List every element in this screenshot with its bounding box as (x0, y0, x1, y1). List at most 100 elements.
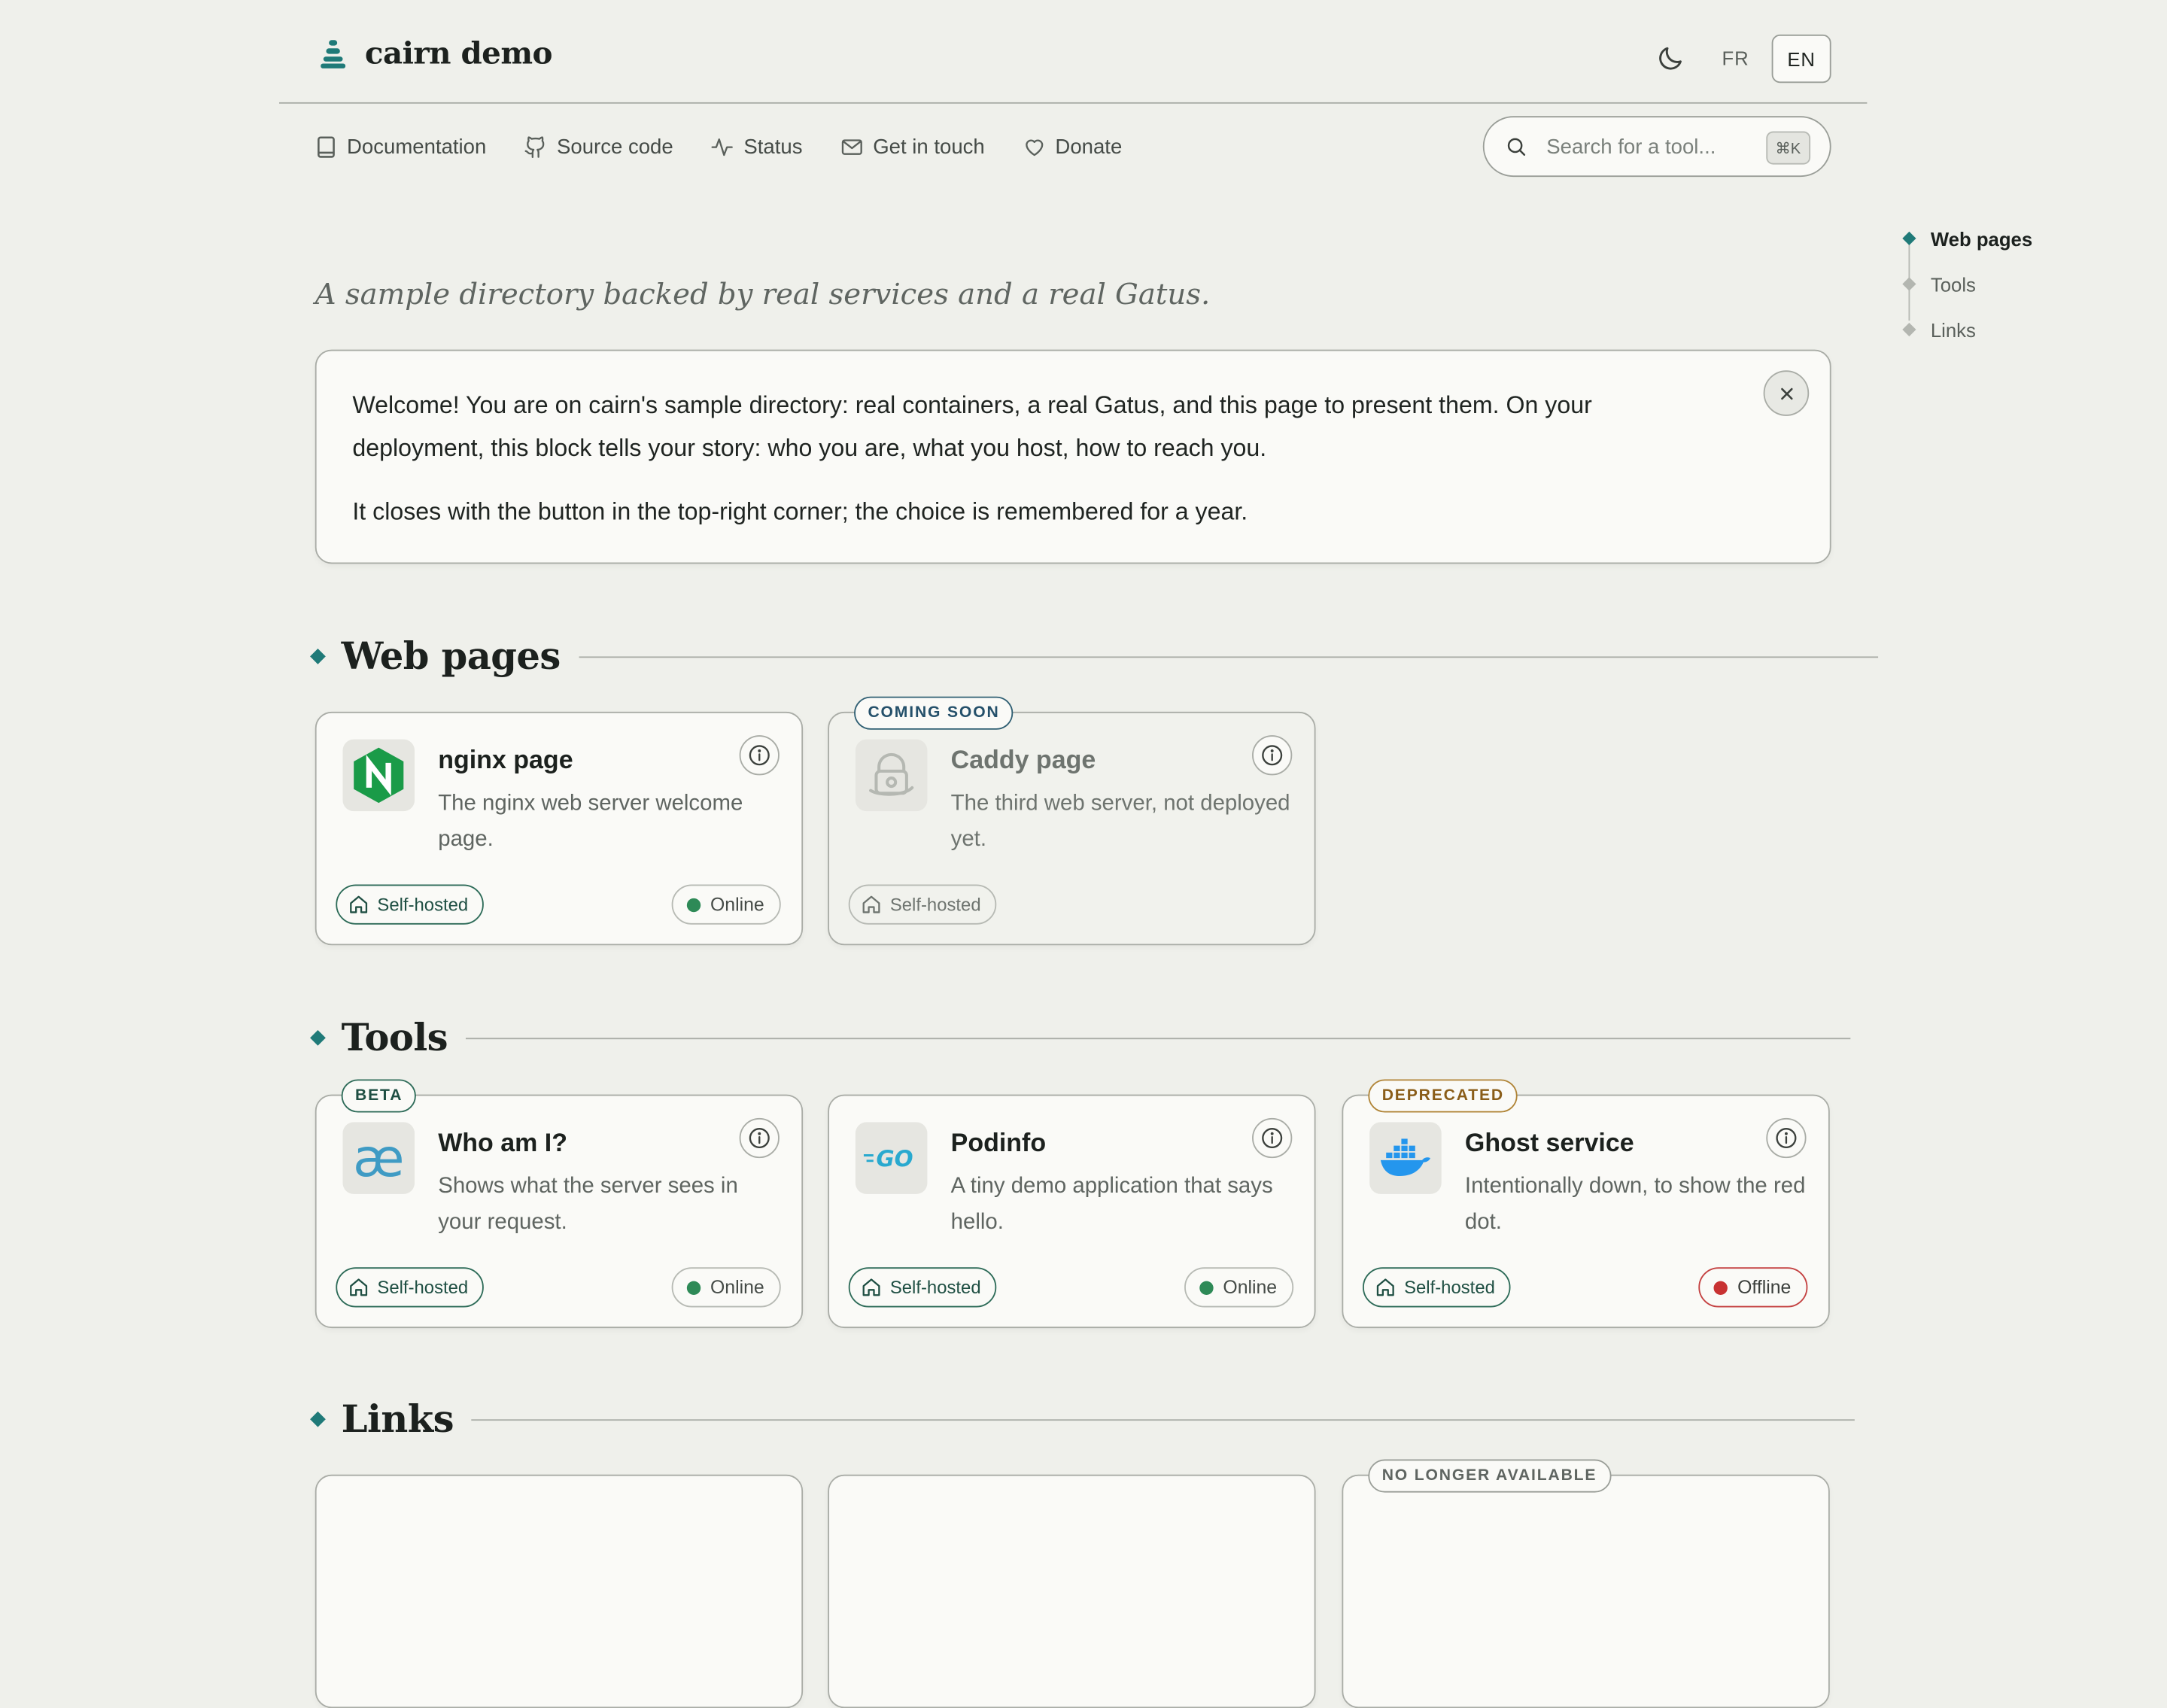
info-button[interactable] (739, 735, 780, 776)
card-description: A tiny demo application that says hello. (950, 1175, 1273, 1235)
welcome-banner: Welcome! You are on cairn's sample direc… (315, 349, 1831, 564)
toc-marker-icon (1902, 277, 1916, 291)
badge-label: Self-hosted (889, 1277, 981, 1298)
link-card[interactable] (315, 1474, 804, 1708)
coming-soon-badge: COMING SOON (854, 696, 1014, 730)
service-card-whoami[interactable]: BETA æ Who am I? Shows what the server s… (315, 1079, 804, 1329)
badge-label: Self-hosted (889, 894, 981, 915)
status-label: Online (1223, 1277, 1278, 1298)
main-nav: Documentation Source code Status Get in … (315, 132, 1159, 160)
close-welcome-button[interactable] (1763, 370, 1810, 416)
home-icon (350, 895, 368, 913)
toc-item-web-pages[interactable]: Web pages (1902, 216, 2033, 262)
toc-marker-icon (1902, 231, 1916, 245)
section-marker-icon (310, 649, 326, 664)
lang-en-button[interactable]: EN (1771, 34, 1831, 84)
page: cairn demo FR EN Documentation Source co… (0, 0, 2167, 1708)
no-longer-available-badge: NO LONGER AVAILABLE (1368, 1459, 1611, 1493)
info-icon (749, 745, 770, 766)
status-label: Online (710, 894, 764, 915)
beta-badge: BETA (341, 1079, 417, 1113)
nav-status[interactable]: Status (710, 132, 803, 160)
section-divider (465, 1037, 1851, 1039)
section-web-pages: Web pages (310, 629, 1878, 684)
close-icon (1780, 387, 1792, 400)
self-hosted-badge: Self-hosted (336, 884, 484, 925)
info-button[interactable] (739, 1117, 780, 1159)
card-title: Who am I? (438, 1127, 568, 1157)
tagline: A sample directory backed by real servic… (315, 278, 1211, 312)
link-card[interactable] (828, 1474, 1316, 1708)
home-icon (862, 1278, 880, 1296)
section-tools: Tools (310, 1011, 1851, 1065)
card-description: The nginx web server welcome page. (438, 792, 743, 852)
info-icon (1776, 1127, 1797, 1149)
search-shortcut-hint: ⌘K (1765, 131, 1811, 165)
toc-item-links[interactable]: Links (1902, 307, 2032, 353)
nav-status-label: Status (743, 135, 803, 159)
status-badge: Online (671, 1267, 781, 1308)
status-dot-icon (686, 1280, 701, 1295)
search-placeholder: Search for a tool... (1546, 135, 1716, 159)
nav-documentation-label: Documentation (347, 135, 487, 159)
status-dot-icon (1199, 1280, 1214, 1295)
home-icon (1376, 1278, 1394, 1296)
card-description: Intentionally down, to show the red dot. (1464, 1175, 1806, 1235)
nav-source-code[interactable]: Source code (524, 132, 673, 160)
section-divider (578, 655, 1878, 658)
status-badge: Online (671, 884, 781, 925)
section-title: Links (341, 1397, 454, 1441)
toc-item-label: Web pages (1930, 227, 2033, 250)
info-button[interactable] (1252, 1117, 1293, 1159)
nav-get-in-touch[interactable]: Get in touch (840, 132, 985, 160)
brand[interactable]: cairn demo (321, 36, 552, 72)
card-title: Podinfo (950, 1127, 1047, 1157)
search-input[interactable]: Search for a tool... ⌘K (1482, 116, 1831, 178)
home-icon (350, 1278, 368, 1296)
section-title: Tools (341, 1016, 448, 1059)
deprecated-badge: DEPRECATED (1368, 1079, 1518, 1113)
service-card-nginx[interactable]: nginx page The nginx web server welcome … (315, 711, 804, 946)
lang-fr-button[interactable]: FR (1722, 47, 1749, 68)
toc-item-label: Tools (1930, 272, 1976, 296)
mail-icon (841, 138, 862, 154)
badge-label: Self-hosted (377, 894, 469, 915)
card-description: The third web server, not deployed yet. (950, 792, 1290, 852)
section-links: Links (310, 1392, 1855, 1447)
table-of-contents: Web pages Tools Links (1902, 216, 2033, 353)
info-button[interactable] (1252, 735, 1293, 776)
link-card[interactable]: NO LONGER AVAILABLE (1342, 1459, 1830, 1708)
nav-documentation[interactable]: Documentation (315, 132, 487, 160)
nav-get-in-touch-label: Get in touch (873, 135, 985, 159)
status-badge: Offline (1698, 1267, 1808, 1308)
info-icon (749, 1127, 770, 1149)
info-button[interactable] (1766, 1117, 1807, 1159)
whoami-icon: æ (342, 1122, 415, 1194)
status-dot-icon (1713, 1280, 1728, 1295)
welcome-text-secondary: It closes with the button in the top-rig… (352, 497, 1248, 525)
section-title: Web pages (341, 634, 561, 678)
service-card-ghost[interactable]: DEPRECATED Ghost service Intentionally d… (1342, 1079, 1830, 1329)
welcome-text: Welcome! You are on cairn's sample direc… (352, 391, 1592, 462)
book-icon (318, 135, 335, 157)
nav-donate-label: Donate (1055, 135, 1123, 159)
dark-mode-toggle[interactable] (1655, 41, 1688, 74)
status-dot-icon (686, 897, 701, 912)
status-label: Online (710, 1277, 764, 1298)
card-title: nginx page (438, 744, 573, 774)
cairn-logo-icon (321, 40, 346, 68)
service-card-caddy[interactable]: COMING SOON Caddy page The third web ser… (828, 696, 1316, 946)
top-bar: cairn demo FR EN (279, 0, 1868, 104)
search-icon (1507, 138, 1526, 156)
go-icon: GO (855, 1122, 928, 1194)
toc-item-tools[interactable]: Tools (1902, 261, 2032, 307)
card-title: Ghost service (1464, 1127, 1634, 1157)
section-divider (471, 1418, 1855, 1421)
caddy-icon (855, 739, 928, 812)
service-card-podinfo[interactable]: GO Podinfo A tiny demo application that … (828, 1094, 1316, 1329)
self-hosted-badge: Self-hosted (336, 1267, 484, 1308)
card-title: Caddy page (950, 744, 1096, 774)
nav-donate[interactable]: Donate (1022, 132, 1122, 160)
activity-icon (711, 138, 734, 156)
heart-icon (1025, 138, 1043, 156)
